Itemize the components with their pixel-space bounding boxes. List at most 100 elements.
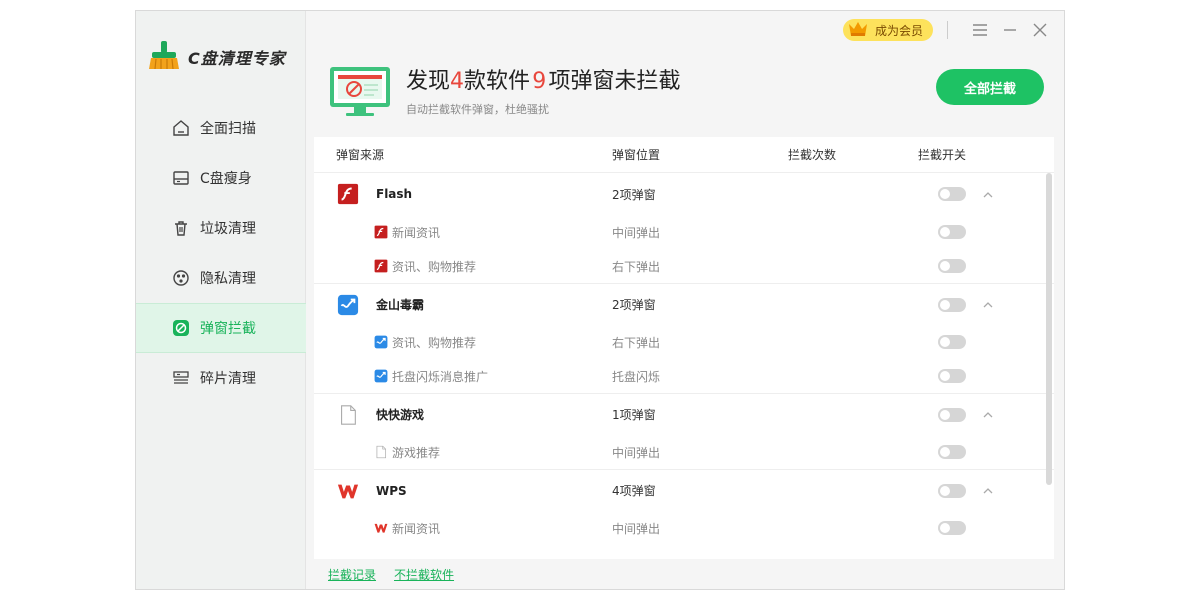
switch-cell [918,483,978,498]
minimize-icon[interactable] [1000,20,1020,40]
source-cell: 资讯、购物推荐 [314,334,612,351]
block-icon [172,319,190,337]
block-toggle[interactable] [938,225,966,239]
source-cell: 新闻资讯 [314,224,612,241]
sidebar-item-2[interactable]: 垃圾清理 [136,203,306,253]
block-toggle[interactable] [938,445,966,459]
source-cell: 托盘闪烁消息推广 [314,368,612,385]
position-cell: 右下弹出 [612,335,661,350]
block-toggle[interactable] [938,297,966,312]
flash-icon [336,182,360,206]
item-name: 新闻资讯 [392,225,441,240]
collapse-chevron-icon[interactable] [978,191,998,198]
page-title: 发现4款软件 9 项弹窗未拦截 [406,63,680,95]
excluded-software-link[interactable]: 不拦截软件 [394,566,454,583]
block-toggle[interactable] [938,483,966,498]
table-row-group: Flash 2项弹窗 [314,173,1054,215]
group-name: WPS [376,483,407,498]
member-label: 成为会员 [874,23,923,38]
close-icon[interactable] [1030,20,1050,40]
sidebar-item-4[interactable]: 弹窗拦截 [136,303,306,353]
source-cell: 快快游戏 [314,403,612,427]
sidebar-item-1[interactable]: C盘瘦身 [136,153,306,203]
position-cell: 4项弹窗 [612,484,656,498]
switch-cell [918,445,978,459]
sidebar-item-label: C盘瘦身 [200,171,252,187]
block-toggle[interactable] [938,521,966,535]
defrag-icon [172,369,190,387]
switch-cell [918,259,978,273]
group-name: Flash [376,187,413,201]
table-row-group: WPS 4项弹窗 [314,469,1054,511]
block-toggle[interactable] [938,259,966,273]
item-name: 托盘闪烁消息推广 [392,369,489,384]
block-all-button[interactable]: 全部拦截 [936,69,1044,105]
sidebar-item-3[interactable]: 隐私清理 [136,253,306,303]
drive-icon [172,169,190,187]
title-mid: 款软件 [464,69,531,94]
table-row: 游戏推荐 中间弹出 [314,435,1054,469]
table-row-group: 金山毒霸 2项弹窗 [314,283,1054,325]
position-cell: 中间弹出 [612,225,661,240]
title-bar: 成为会员 [842,17,1050,43]
source-cell: 游戏推荐 [314,444,612,461]
sidebar-item-label: 垃圾清理 [200,221,256,237]
title-prefix: 发现 [406,69,451,94]
block-toggle[interactable] [938,335,966,349]
sidebar-item-label: 弹窗拦截 [200,321,256,337]
group-name: 快快游戏 [376,408,425,422]
switch-cell [918,335,978,349]
table-body: Flash 2项弹窗 新闻资讯 中间弹出 资讯、购物推荐 右下弹出 金山毒霸 2项弹窗 资讯、购… [314,173,1054,545]
position-cell: 中间弹出 [612,521,661,536]
position-cell: 中间弹出 [612,445,661,460]
duba-icon [374,335,388,349]
table-row: 新闻资讯 中间弹出 [314,215,1054,249]
footer-links: 拦截记录 不拦截软件 [328,566,472,583]
wps-icon [336,479,360,503]
position-cell: 2项弹窗 [612,187,656,202]
source-cell: 新闻资讯 [314,520,612,537]
app-logo: C盘清理专家 [148,39,286,75]
sidebar-item-label: 全面扫描 [200,121,256,137]
wps-icon [374,521,388,535]
page-header: 发现4款软件 9 项弹窗未拦截 自动拦截软件弹窗，杜绝骚扰 [328,63,680,123]
source-cell: 金山毒霸 [314,293,612,317]
position-cell: 右下弹出 [612,259,661,274]
collapse-chevron-icon[interactable] [978,487,998,494]
block-toggle[interactable] [938,369,966,383]
sidebar-item-5[interactable]: 碎片清理 [136,353,306,403]
software-count: 4 [450,69,465,94]
source-cell: 资讯、购物推荐 [314,258,612,275]
item-name: 资讯、购物推荐 [392,259,477,274]
block-toggle[interactable] [938,187,966,201]
switch-cell [918,297,978,312]
scrollbar[interactable] [1046,173,1052,485]
sidebar-item-0[interactable]: 全面扫描 [136,103,306,153]
col-source: 弹窗来源 [336,148,385,162]
trash-icon [172,219,190,237]
switch-cell [918,521,978,535]
item-name: 新闻资讯 [392,521,441,536]
divider [947,21,948,39]
position-cell: 1项弹窗 [612,408,656,422]
menu-icon[interactable] [970,20,990,40]
block-toggle[interactable] [938,407,966,422]
col-position: 弹窗位置 [612,148,661,162]
collapse-chevron-icon[interactable] [978,411,998,418]
popup-table: 弹窗来源 弹窗位置 拦截次数 拦截开关 Flash 2项弹窗 新闻资讯 中间弹出 资讯、… [314,137,1054,559]
position-cell: 托盘闪烁 [612,369,661,384]
member-button[interactable]: 成为会员 [842,19,933,41]
privacy-icon [172,269,190,287]
collapse-chevron-icon[interactable] [978,301,998,308]
home-icon [172,119,190,137]
duba-icon [374,369,388,383]
flash-icon [374,259,388,273]
table-row: 资讯、购物推荐 右下弹出 [314,249,1054,283]
title-suffix: 项弹窗未拦截 [548,69,681,94]
broom-icon [148,39,182,75]
position-cell: 2项弹窗 [612,298,656,312]
switch-cell [918,225,978,239]
block-log-link[interactable]: 拦截记录 [328,566,376,583]
switch-cell [918,369,978,383]
col-count: 拦截次数 [788,148,837,162]
